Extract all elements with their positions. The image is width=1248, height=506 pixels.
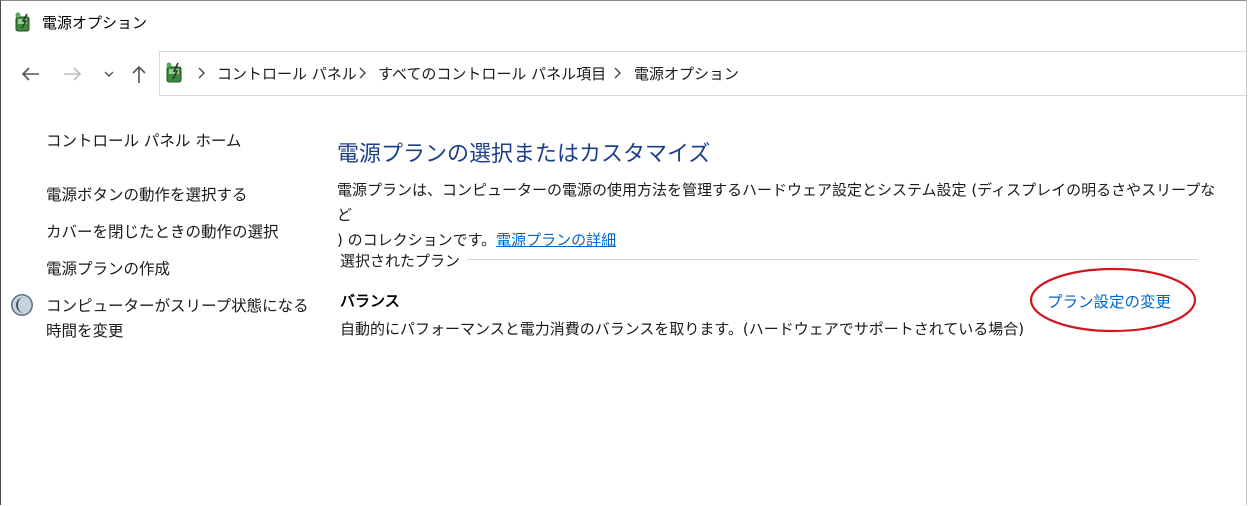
breadcrumb-control-panel[interactable]: コントロール パネル [217, 63, 357, 84]
plan-description: 自動的にパフォーマンスと電力消費のバランスを取ります。(ハードウェアでサポートさ… [340, 320, 1025, 338]
chevron-down-icon [104, 71, 114, 77]
sidebar-sleep-link-line1[interactable]: コンピューターがスリープ状態になる [46, 294, 309, 316]
forward-button[interactable] [60, 62, 86, 86]
sidebar-create-plan-link[interactable]: 電源プランの作成 [46, 257, 170, 279]
page-description: 電源プランは、コンピューターの電源の使用方法を管理するハードウェア設定とシステム… [337, 178, 1217, 253]
sidebar-power-button-link[interactable]: 電源ボタンの動作を選択する [46, 183, 248, 205]
page-title: 電源プランの選択またはカスタマイズ [337, 142, 711, 167]
section-divider [467, 259, 1198, 260]
change-plan-settings-link[interactable]: プラン設定の変更 [1047, 290, 1171, 312]
window-title: 電源オプション [42, 14, 148, 32]
power-plan-details-link[interactable]: 電源プランの詳細 [496, 231, 616, 249]
power-options-icon [15, 12, 30, 32]
sidebar-lid-close-link[interactable]: カバーを閉じたときの動作の選択 [46, 220, 279, 242]
arrow-left-icon [21, 67, 39, 81]
description-line2: ) のコレクションです。 [337, 231, 497, 249]
chevron-right-icon[interactable] [357, 67, 367, 79]
selected-plan-heading: 選択されたプラン [340, 252, 461, 270]
sleep-moon-icon [11, 294, 33, 316]
description-line1: 電源プランは、コンピューターの電源の使用方法を管理するハードウェア設定とシステム… [337, 181, 1216, 224]
chevron-right-icon [198, 67, 205, 79]
arrow-right-icon [64, 67, 82, 81]
title-bar: 電源オプション [0, 0, 1248, 44]
sidebar-home-link[interactable]: コントロール パネル ホーム [46, 129, 241, 151]
breadcrumb-power-options[interactable]: 電源オプション [634, 63, 739, 84]
chevron-right-icon[interactable] [612, 67, 622, 79]
arrow-up-icon [132, 65, 146, 83]
control-panel-icon [166, 62, 182, 83]
back-button[interactable] [17, 62, 43, 86]
plan-name: バランス [340, 292, 400, 310]
breadcrumb-all-items[interactable]: すべてのコントロール パネル項目 [378, 63, 606, 84]
recent-locations-button[interactable] [97, 62, 121, 86]
up-button[interactable] [126, 62, 152, 86]
sidebar-sleep-link-line2[interactable]: 時間を変更 [46, 319, 124, 341]
